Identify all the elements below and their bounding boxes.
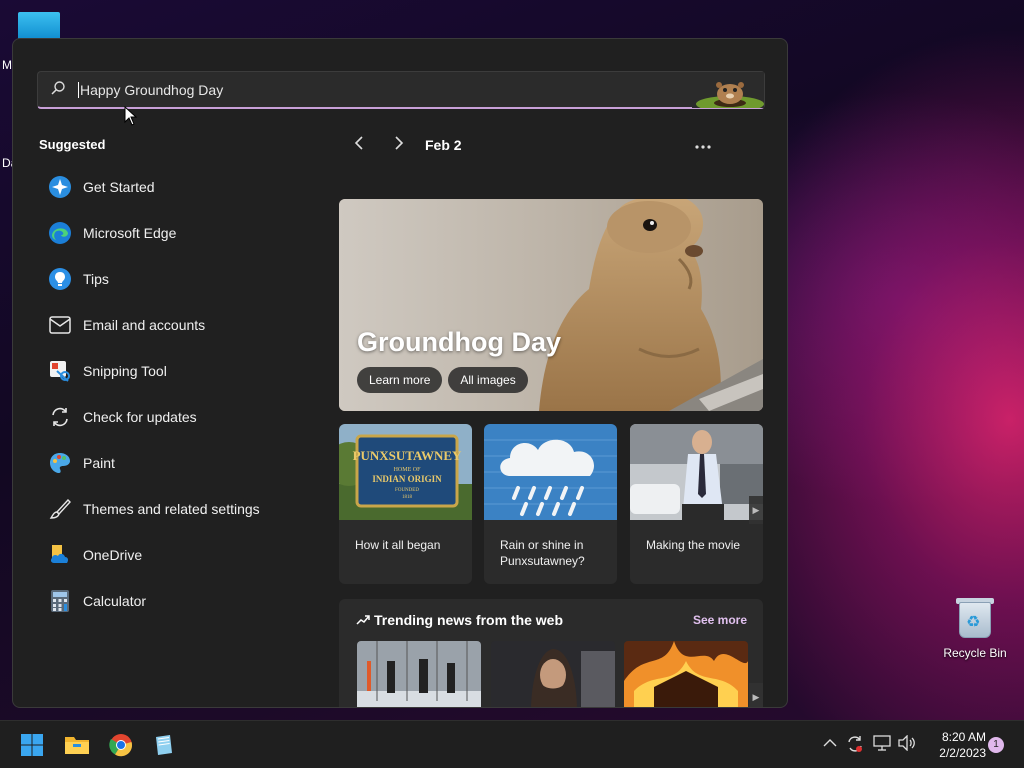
- suggested-item-label: Check for updates: [83, 409, 197, 425]
- sign-text: FOUNDED: [395, 488, 419, 493]
- movie-still-image: [630, 424, 763, 520]
- rain-cloud-mural-image: [484, 424, 617, 520]
- taskbar: 8:20 AM 2/2/2023 1: [0, 720, 1024, 768]
- show-hidden-icons-chevron-icon[interactable]: [823, 735, 837, 751]
- card-how-it-began[interactable]: PUNXSUTAWNEY HOME OF INDIAN ORIGIN FOUND…: [339, 424, 472, 584]
- news-thumbnail[interactable]: [357, 641, 481, 707]
- onedrive-icon: [47, 542, 73, 568]
- volume-icon[interactable]: [898, 734, 916, 754]
- suggested-item-email-and-accounts[interactable]: Email and accounts: [35, 302, 315, 348]
- brush-icon: [47, 496, 73, 522]
- suggested-item-snipping-tool[interactable]: Snipping Tool: [35, 348, 315, 394]
- trending-next-arrow-icon[interactable]: ▶: [749, 683, 763, 707]
- suggested-item-label: OneDrive: [83, 547, 143, 563]
- recycle-bin[interactable]: ♻ Recycle Bin: [940, 596, 1010, 660]
- suggested-list: Get Started Microsoft Edge Tips Email an…: [35, 164, 315, 624]
- start-button[interactable]: [18, 731, 46, 759]
- edge-icon: [47, 220, 73, 246]
- search-icon: [38, 80, 78, 100]
- see-more-link[interactable]: See more: [693, 613, 747, 627]
- trending-icon: [356, 615, 370, 625]
- suggested-heading: Suggested: [39, 137, 106, 152]
- previous-arrow-icon[interactable]: [339, 135, 379, 155]
- hero-card[interactable]: Groundhog Day Learn more All images: [339, 199, 763, 411]
- trending-title: Trending news from the web: [374, 612, 564, 628]
- sign-text: HOME OF: [394, 467, 421, 473]
- notification-badge[interactable]: 1: [988, 737, 1004, 753]
- suggested-item-label: Themes and related settings: [83, 501, 260, 517]
- suggested-item-label: Calculator: [83, 593, 147, 609]
- sign-text: 1818: [402, 495, 413, 500]
- more-options-icon[interactable]: [695, 136, 711, 154]
- network-icon[interactable]: [873, 735, 891, 754]
- hero-title: Groundhog Day: [357, 327, 561, 357]
- sign-text: PUNXSUTAWNEY: [353, 448, 462, 463]
- text-caret: [78, 81, 79, 98]
- chrome-button[interactable]: [107, 731, 135, 759]
- suggested-item-label: Get Started: [83, 179, 155, 195]
- sign-text: INDIAN ORIGIN: [372, 474, 442, 484]
- notepad-button[interactable]: [150, 731, 178, 759]
- card-caption: Making the movie: [646, 538, 741, 552]
- trending-section: Trending news from the web See more ▶: [339, 599, 763, 707]
- highlight-cards: PUNXSUTAWNEY HOME OF INDIAN ORIGIN FOUND…: [339, 424, 763, 584]
- suggested-item-themes[interactable]: Themes and related settings: [35, 486, 315, 532]
- highlight-date: Feb 2: [425, 137, 462, 153]
- suggested-item-paint[interactable]: Paint: [35, 440, 315, 486]
- news-thumbnail[interactable]: [624, 641, 748, 707]
- card-caption: Rain or shine in Punxsutawney?: [500, 538, 585, 568]
- recycle-bin-icon: ♻: [956, 596, 994, 640]
- notepad-icon: [156, 735, 172, 755]
- search-box[interactable]: Happy Groundhog Day: [37, 71, 765, 109]
- calculator-icon: [47, 588, 73, 614]
- suggested-item-onedrive[interactable]: OneDrive: [35, 532, 315, 578]
- snipping-tool-icon: [47, 358, 73, 384]
- refresh-icon: [47, 404, 73, 430]
- card-rain-or-shine[interactable]: Rain or shine in Punxsutawney?: [484, 424, 617, 584]
- suggested-item-label: Paint: [83, 455, 115, 471]
- next-arrow-icon[interactable]: [379, 135, 419, 155]
- search-panel: Happy Groundhog Day Suggested Get Starte…: [12, 38, 788, 708]
- highlights-nav: Feb 2: [339, 133, 769, 157]
- suggested-item-tips[interactable]: Tips: [35, 256, 315, 302]
- card-making-the-movie[interactable]: Making the movie: [630, 424, 763, 584]
- suggested-item-label: Snipping Tool: [83, 363, 167, 379]
- taskbar-clock[interactable]: 8:20 AM 2/2/2023: [926, 729, 986, 761]
- mail-icon: [47, 312, 73, 338]
- file-explorer-button[interactable]: [63, 731, 91, 759]
- suggested-item-microsoft-edge[interactable]: Microsoft Edge: [35, 210, 315, 256]
- groundhog-doodle-icon[interactable]: [692, 72, 764, 108]
- trending-heading: Trending news from the web: [356, 612, 563, 628]
- update-sync-icon[interactable]: [846, 735, 864, 756]
- chrome-icon: [109, 734, 133, 757]
- news-thumbnail[interactable]: [491, 641, 615, 707]
- suggested-item-check-for-updates[interactable]: Check for updates: [35, 394, 315, 440]
- desktop-label-partial: M: [2, 58, 12, 72]
- all-images-button[interactable]: All images: [448, 367, 528, 393]
- tips-icon: [47, 266, 73, 292]
- recycle-bin-label: Recycle Bin: [943, 646, 1007, 660]
- suggested-item-get-started[interactable]: Get Started: [35, 164, 315, 210]
- suggested-item-label: Tips: [83, 271, 109, 287]
- card-caption: How it all began: [355, 538, 441, 552]
- suggested-item-calculator[interactable]: Calculator: [35, 578, 315, 624]
- clock-time: 8:20 AM: [941, 730, 986, 744]
- folder-icon: [65, 737, 89, 754]
- get-started-icon: [47, 174, 73, 200]
- learn-more-button[interactable]: Learn more: [357, 367, 443, 393]
- suggested-item-label: Email and accounts: [83, 317, 206, 333]
- clock-date: 2/2/2023: [939, 746, 986, 760]
- paint-icon: [47, 450, 73, 476]
- mouse-cursor-icon: [124, 106, 138, 126]
- suggested-item-label: Microsoft Edge: [83, 225, 177, 241]
- windows-logo-icon: [21, 734, 43, 756]
- desktop-icon-partial[interactable]: [18, 12, 60, 40]
- punxsutawney-sign-image: PUNXSUTAWNEY HOME OF INDIAN ORIGIN FOUND…: [339, 424, 472, 520]
- search-input[interactable]: Happy Groundhog Day: [80, 82, 764, 98]
- cards-next-arrow-icon[interactable]: ▶: [749, 496, 763, 524]
